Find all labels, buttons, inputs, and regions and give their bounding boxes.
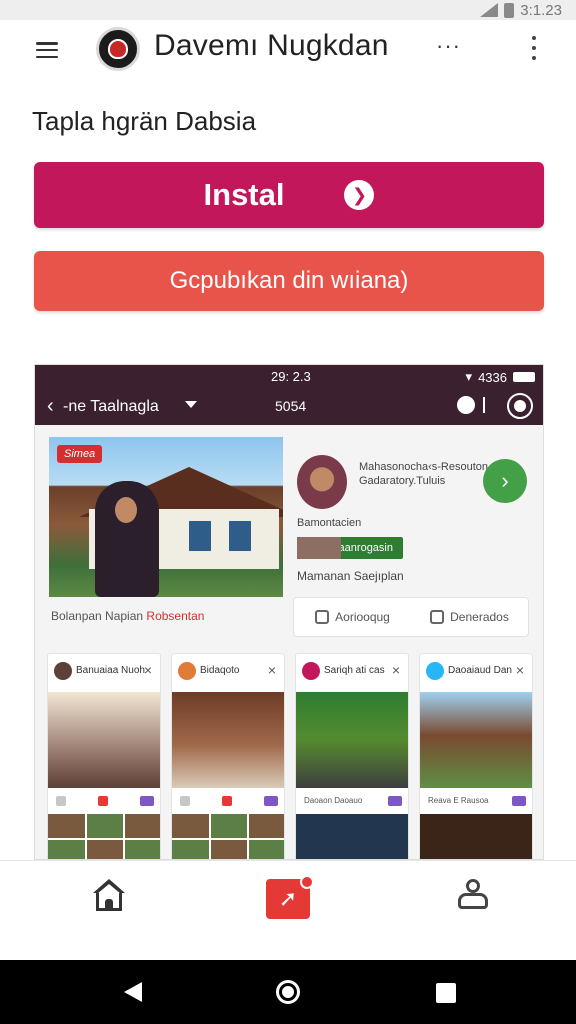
action-right-label: Denerados: [450, 610, 509, 624]
preview-card: Daoaiaud Dan × Reava E Rausoa: [419, 653, 533, 859]
gear-icon: [507, 393, 533, 419]
preview-card: Sariqh ati cas × Daoaon Daoauo: [295, 653, 409, 859]
card-name: Banuaiaa Nuoh: [76, 665, 145, 676]
title-ellipsis: ···: [436, 33, 461, 58]
card-image: [172, 692, 284, 788]
system-navigation-bar: [0, 960, 576, 1024]
system-recents-icon[interactable]: [436, 983, 456, 1003]
card-name: Daoaiaud Dan: [448, 665, 512, 676]
share-icon[interactable]: ➚: [266, 875, 314, 919]
card-image: [420, 692, 532, 788]
divider: [483, 397, 485, 413]
card-name: Sariqh ati cas: [324, 665, 385, 676]
preview-card: Banuaiaa Nuoh ×: [47, 653, 161, 859]
feature-caption-highlight: Robsentan: [146, 609, 205, 623]
back-icon: ‹: [47, 395, 54, 417]
card-caption: Daoaon Daoauo: [304, 796, 363, 805]
notification-badge: [300, 875, 314, 889]
comment-icon: [315, 610, 330, 624]
shield-icon: [108, 39, 128, 59]
close-icon: ×: [391, 662, 400, 678]
feature-caption-text: Bolanpan Napian: [51, 609, 144, 623]
avatar: [426, 662, 444, 680]
page-subtitle: Tapla hgrän Dabsia: [32, 106, 257, 136]
action-right: Denerados: [411, 598, 528, 636]
bottom-navigation: ➚: [0, 860, 576, 960]
close-icon: ×: [267, 662, 276, 678]
profile-icon[interactable]: [458, 879, 488, 911]
card-image: [48, 692, 160, 788]
preview-toolbar: ‹ -ne Taalnagla 5054: [35, 387, 543, 425]
app-logo: [96, 27, 140, 71]
next-arrow-button: ›: [483, 459, 527, 503]
more-options-icon[interactable]: [524, 36, 544, 60]
feature-caption: Bolanpan Napian Robsentan: [51, 609, 204, 623]
avatar: [54, 662, 72, 680]
preview-toolbar-count: 5054: [275, 398, 307, 414]
battery-icon: [504, 2, 515, 18]
avatar: [297, 455, 347, 509]
feature-tag: Simea: [57, 445, 103, 463]
action-left-label: Aoriooqug: [335, 610, 390, 624]
status-bar: 3:1.23: [0, 0, 576, 20]
open-button[interactable]: Gcpubıkan din wıiana): [34, 251, 544, 311]
card-caption: Reava E Rausoa: [428, 796, 489, 805]
profile-name: Bamontacien: [297, 517, 362, 529]
signal-icon: [480, 3, 499, 17]
preview-status-bar: 29: 2.3 ▾ 4336: [35, 365, 543, 387]
preview-card: Bidaqoto ×: [171, 653, 285, 859]
search-icon: [457, 396, 475, 414]
action-left: Aoriooqug: [294, 598, 411, 636]
profile-description: Mamanan Saejıplan: [297, 569, 404, 583]
close-icon: ×: [515, 662, 524, 678]
preview-status-value: 4336: [478, 369, 507, 385]
preview-status-right: ▾ 4336: [466, 369, 535, 385]
profile-line-1: Mahasonocha‹s-Resouton: [359, 461, 489, 473]
profile-panel: Mahasonocha‹s-Resouton Gadaratory.Tuluis…: [293, 437, 533, 637]
system-back-icon[interactable]: [124, 982, 142, 1002]
status-icons: 3:1.23: [480, 0, 562, 20]
open-button-label: Gcpubıkan din wıiana): [169, 267, 409, 294]
avatar: [178, 662, 196, 680]
system-home-icon[interactable]: [276, 980, 300, 1004]
home-icon[interactable]: [92, 879, 126, 913]
preview-wifi-icon: ▾: [465, 369, 473, 384]
app-screenshot-preview[interactable]: 29: 2.3 ▾ 4336 ‹ -ne Taalnagla 5054 Sime…: [34, 364, 544, 860]
profile-actions: Aoriooqug Denerados: [293, 597, 529, 637]
app-title: Davemı Nugkdan: [154, 29, 389, 62]
install-button-label: Instal: [203, 177, 285, 212]
share-icon: [430, 610, 445, 624]
card-image: [296, 692, 408, 788]
preview-toolbar-name: -ne Taalnagla: [63, 398, 159, 415]
arrow-right-icon: ❯: [344, 180, 375, 210]
card-name: Bidaqoto: [200, 665, 240, 676]
profile-chip: Baanrogasin: [297, 537, 403, 559]
avatar: [302, 662, 320, 680]
profile-line-2: Gadaratory.Tuluis: [359, 475, 446, 487]
app-bar: Davemı Nugkdan ···: [0, 20, 576, 82]
close-icon: ×: [143, 662, 152, 678]
preview-battery-icon: [513, 372, 535, 382]
status-time: 3:1.23: [520, 1, 562, 19]
preview-status-time: 29: 2.3: [271, 369, 311, 384]
chevron-down-icon: [185, 401, 197, 408]
menu-icon[interactable]: [36, 42, 58, 58]
install-button[interactable]: Instal ❯: [34, 162, 544, 228]
